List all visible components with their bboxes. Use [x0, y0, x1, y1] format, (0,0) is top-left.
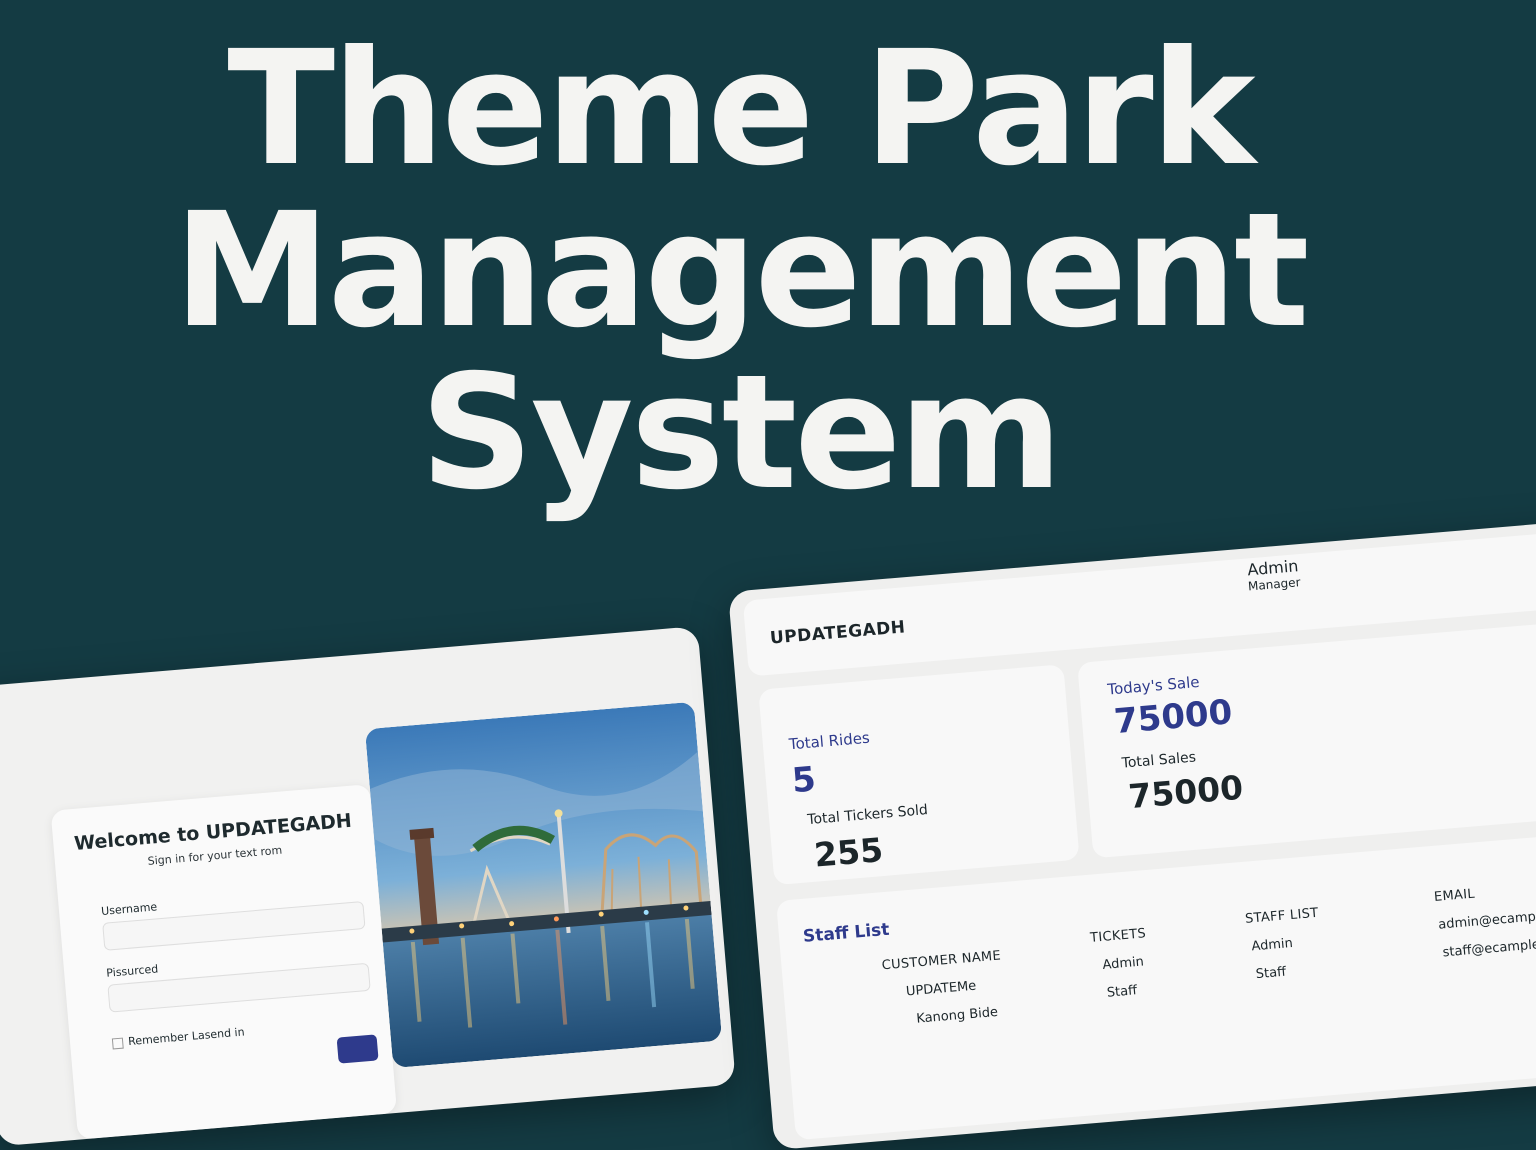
login-panel: Welcome to UPDATEGADH Sign in for your t… [0, 626, 736, 1147]
hero-title: Theme Park Management System [0, 28, 1480, 514]
remember-row[interactable]: Remember Lasend in [111, 1025, 246, 1049]
table-cell-email[interactable]: admin@ecample.com [1438, 906, 1536, 933]
table-cell-customer: Kanong Bide [915, 1004, 999, 1027]
staff-list-card: Staff List CUSTOMER NAME TICKETS STAFF L… [776, 830, 1536, 1141]
sales-stat-card: Today's Sale 75000 Total Sales 75000 [1077, 619, 1536, 859]
total-rides-value: 5 [790, 759, 818, 802]
table-cell-staff: Staff [1255, 964, 1287, 983]
table-cell-tickets: Admin [1101, 954, 1145, 973]
todays-sale-label: Today's Sale [1106, 672, 1201, 699]
password-label: Pissurced [105, 962, 159, 980]
todays-sale-value: 75000 [1112, 692, 1234, 743]
dashboard-panel: UPDATEGADH Admin Manager Total Rides 5 T… [728, 520, 1536, 1150]
rides-stat-card: Total Rides 5 Total Tickers Sold 255 [758, 664, 1080, 886]
login-card: Welcome to UPDATEGADH Sign in for your t… [50, 784, 398, 1140]
column-header-email: EMAIL [1433, 886, 1476, 905]
staff-list-title: Staff List [802, 919, 891, 947]
tickets-sold-value: 255 [812, 830, 885, 875]
hero-title-line-2: Management [173, 179, 1309, 363]
total-sales-label: Total Sales [1121, 749, 1197, 772]
tickets-sold-label: Total Tickers Sold [806, 802, 929, 829]
total-sales-value: 75000 [1126, 767, 1245, 817]
column-header-staff-list: STAFF LIST [1244, 905, 1320, 927]
hero-title-line-3: System [419, 341, 1063, 525]
hero-title-line-1: Theme Park [227, 17, 1255, 201]
table-cell-customer: UPDATEMe [905, 978, 977, 1000]
user-menu[interactable]: Admin Manager [1227, 555, 1319, 595]
table-cell-staff: Admin [1250, 935, 1294, 955]
column-header-customer-name: CUSTOMER NAME [881, 948, 1002, 974]
table-cell-email[interactable]: staff@ecample.com [1442, 935, 1536, 961]
sign-in-button[interactable] [336, 1034, 379, 1064]
remember-label: Remember Lasend in [127, 1025, 246, 1049]
remember-checkbox[interactable] [111, 1037, 124, 1049]
theme-park-photo [364, 701, 723, 1069]
column-header-tickets: TICKETS [1089, 926, 1147, 946]
total-rides-label: Total Rides [788, 728, 871, 754]
username-label: Username [100, 900, 158, 918]
brand-label: UPDATEGADH [769, 617, 907, 649]
table-cell-tickets: Staff [1106, 983, 1138, 1001]
